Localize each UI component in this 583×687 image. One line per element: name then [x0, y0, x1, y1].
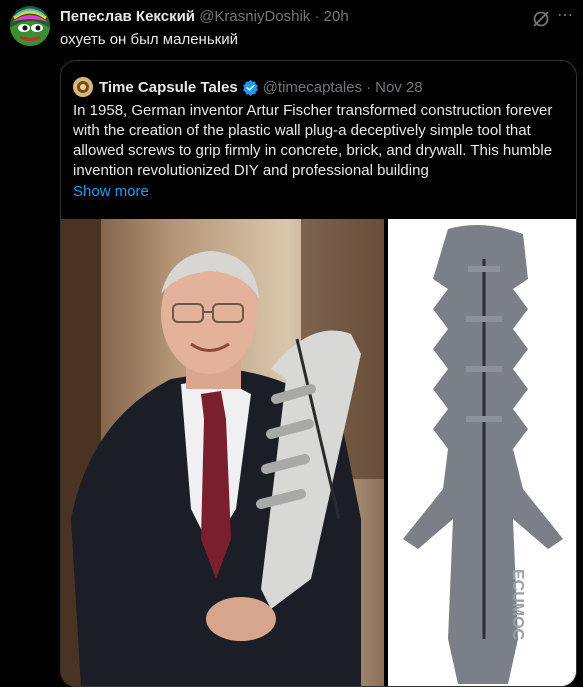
tweet-header: Пепеслав Кекский @KrasniyDoshik · 20h	[60, 8, 349, 25]
quoted-avatar[interactable]	[73, 77, 93, 97]
tweet-text: охуеть он был маленький	[60, 31, 238, 48]
author-name[interactable]: Пепеслав Кекский	[60, 8, 195, 25]
header-separator: ·	[314, 8, 320, 25]
plug-brand-text: ECUMOC	[509, 569, 526, 641]
quoted-author-handle[interactable]: @timecaptales	[263, 79, 362, 96]
quoted-separator: ·	[366, 78, 372, 96]
wall-plug-photo[interactable]: ECUMOC	[388, 219, 576, 686]
show-more-link[interactable]: Show more	[73, 183, 149, 200]
author-handle[interactable]: @KrasniyDoshik	[199, 8, 310, 25]
quoted-author-name[interactable]: Time Capsule Tales	[99, 79, 238, 96]
grok-icon[interactable]	[531, 9, 551, 29]
tweet[interactable]: Пепеслав Кекский @KrasniyDoshik · 20h ⋯ …	[0, 0, 583, 687]
quoted-tweet[interactable]: Time Capsule Tales @timecaptales · Nov 2…	[60, 60, 577, 687]
tweet-time[interactable]: 20h	[324, 8, 349, 25]
verified-badge-icon	[242, 79, 258, 96]
quoted-date[interactable]: Nov 28	[375, 79, 423, 96]
quoted-header: Time Capsule Tales @timecaptales · Nov 2…	[73, 77, 423, 97]
author-avatar[interactable]	[10, 6, 50, 46]
quoted-text: In 1958, German inventor Artur Fischer t…	[73, 102, 553, 179]
inventor-photo[interactable]	[61, 219, 384, 686]
more-dots-icon[interactable]: ⋯	[557, 5, 574, 25]
